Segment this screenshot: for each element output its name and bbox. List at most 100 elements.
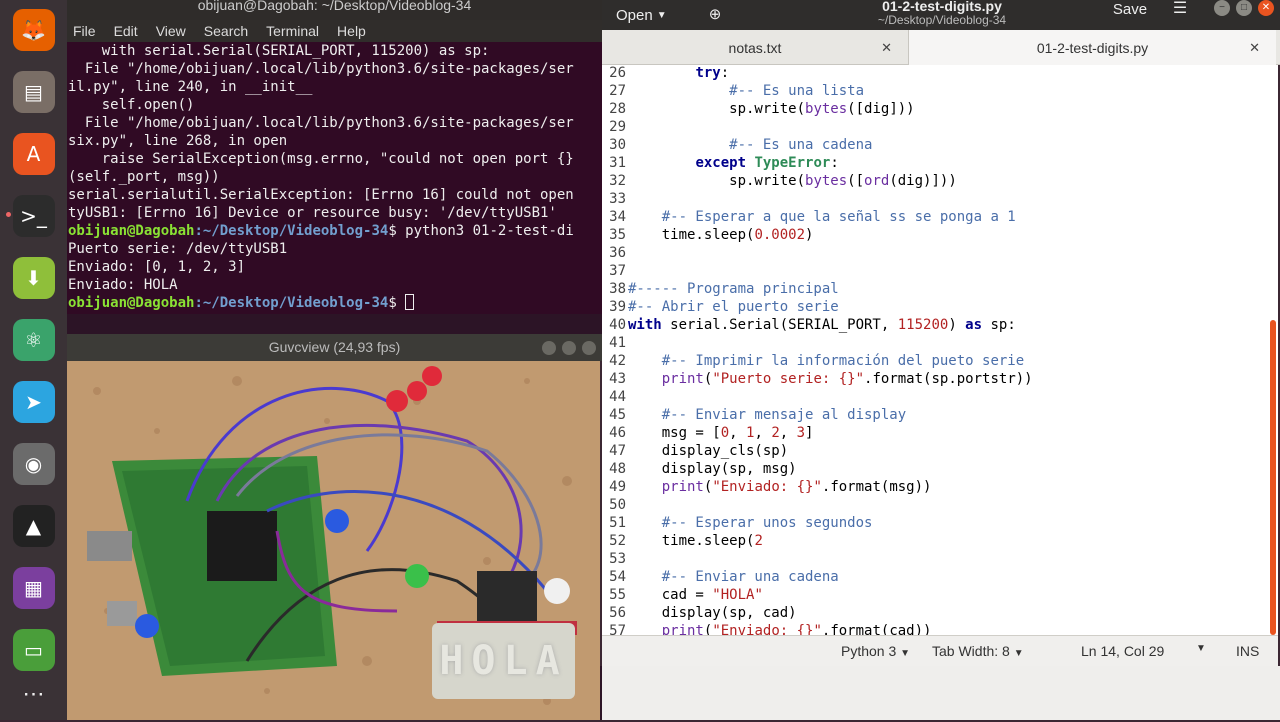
dock-item[interactable]: >_	[5, 188, 58, 244]
close-icon[interactable]	[582, 341, 596, 355]
terminal-cursor	[405, 294, 415, 310]
code-line[interactable]: 29	[602, 118, 626, 136]
line-number: 43	[609, 371, 626, 387]
terminal-menu-item[interactable]: Search	[204, 23, 248, 39]
line-number: 29	[609, 119, 626, 135]
line-number: 36	[609, 245, 626, 261]
show-apps-icon[interactable]: ⋯	[10, 666, 58, 722]
terminal-menu-item[interactable]: Terminal	[266, 23, 319, 39]
telegram-icon: ➤	[12, 381, 55, 423]
tab-test-digits[interactable]: 01-2-test-digits.py ✕	[909, 30, 1276, 65]
code-text: #-- Es una lista	[729, 83, 865, 99]
terminal-menu-item[interactable]: View	[156, 23, 186, 39]
new-document-icon[interactable]: ⊕	[698, 5, 732, 25]
terminal-line: Puerto serie: /dev/ttyUSB1	[68, 241, 288, 257]
code-line[interactable]: 56 display(sp, cad)	[602, 604, 796, 622]
open-button[interactable]: Open ▼	[616, 7, 678, 24]
code-line[interactable]: 49 print("Enviado: {}".format(msg))	[602, 478, 931, 496]
download-icon: ⬇	[12, 257, 55, 299]
video-editor-icon: ▦	[12, 567, 55, 609]
close-tab-icon[interactable]: ✕	[1249, 40, 1260, 56]
code-line[interactable]: 45 #-- Enviar mensaje al display	[602, 406, 906, 424]
cursor-position: Ln 14, Col 29	[1081, 643, 1165, 659]
code-line[interactable]: 30 #-- Es una cadena	[602, 136, 872, 154]
code-text: time.sleep(0.0002)	[628, 227, 814, 243]
code-text: #-- Abrir el puerto serie	[628, 299, 839, 315]
close-icon[interactable]: ✕	[1258, 0, 1274, 16]
line-number: 41	[609, 335, 626, 351]
terminal-line: with serial.Serial(SERIAL_PORT, 115200) …	[68, 43, 490, 59]
code-line[interactable]: 50	[602, 496, 626, 514]
terminal-line: six.py", line 268, in open	[68, 133, 288, 149]
dock-item[interactable]: ⬇	[10, 250, 58, 306]
terminal-menu-item[interactable]: Help	[337, 23, 366, 39]
code-line[interactable]: 38 #----- Programa principal	[602, 280, 839, 298]
line-number: 28	[609, 101, 626, 117]
code-line[interactable]: 57 print("Enviado: {}".format(cad))	[602, 622, 931, 635]
line-number: 30	[609, 137, 626, 153]
line-number: 27	[609, 83, 626, 99]
code-line[interactable]: 47 display_cls(sp)	[602, 442, 788, 460]
chevron-down-icon[interactable]: ▼	[1196, 643, 1206, 654]
dock-item[interactable]: ➤	[10, 374, 58, 430]
code-line[interactable]: 55 cad = "HOLA"	[602, 586, 763, 604]
minimize-icon[interactable]	[542, 341, 556, 355]
code-text: except TypeError:	[695, 155, 839, 171]
code-line[interactable]: 43 print("Puerto serie: {}".format(sp.po…	[602, 370, 1032, 388]
code-text: sp.write(bytes([dig]))	[628, 101, 915, 117]
code-text: #-- Enviar mensaje al display	[661, 407, 907, 423]
code-line[interactable]: 34 #-- Esperar a que la señal ss se pong…	[602, 208, 1016, 226]
desktop-background	[67, 314, 602, 334]
code-line[interactable]: 41	[602, 334, 626, 352]
tab-width-selector[interactable]: Tab Width: 8 ▼	[932, 643, 1024, 659]
dock-item[interactable]: A	[10, 126, 58, 182]
dock-item[interactable]: ⚛	[10, 312, 58, 368]
code-line[interactable]: 52 time.sleep(2	[602, 532, 763, 550]
dock-item[interactable]: 🦊	[10, 2, 58, 58]
code-line[interactable]: 27 #-- Es una lista	[602, 82, 864, 100]
minimize-icon[interactable]: −	[1214, 0, 1230, 16]
code-line[interactable]: 48 display(sp, msg)	[602, 460, 796, 478]
hamburger-menu-icon[interactable]: ☰	[1168, 0, 1192, 18]
line-number: 44	[609, 389, 626, 405]
terminal-line: obijuan@Dagobah:~/Desktop/Videoblog-34$	[68, 294, 602, 312]
code-line[interactable]: 33	[602, 190, 626, 208]
code-line[interactable]: 44	[602, 388, 626, 406]
editor-headerbar: Open ▼ ⊕ 01-2-test-digits.py ~/Desktop/Vi…	[602, 0, 1280, 30]
editor-title-block: 01-2-test-digits.py ~/Desktop/Videoblog-…	[802, 0, 1082, 27]
code-line[interactable]: 51 #-- Esperar unos segundos	[602, 514, 872, 532]
terminal-line: il.py", line 240, in __init__	[68, 79, 313, 95]
code-line[interactable]: 35 time.sleep(0.0002)	[602, 226, 813, 244]
code-line[interactable]: 54 #-- Enviar una cadena	[602, 568, 839, 586]
code-line[interactable]: 28 sp.write(bytes([dig]))	[602, 100, 914, 118]
tab-notas[interactable]: notas.txt ✕	[602, 30, 909, 65]
code-line[interactable]: 37	[602, 262, 626, 280]
close-tab-icon[interactable]: ✕	[881, 40, 892, 56]
code-editor[interactable]: 26 try: 27 #-- Es una lista 28 sp.write(by…	[602, 65, 1278, 635]
line-number: 39	[609, 299, 626, 315]
code-line[interactable]: 46 msg = [0, 1, 2, 3]	[602, 424, 813, 442]
terminal-output[interactable]: with serial.Serial(SERIAL_PORT, 115200) …	[67, 42, 602, 314]
code-line[interactable]: 42 #-- Imprimir la información del pueto…	[602, 352, 1024, 370]
maximize-icon[interactable]	[562, 341, 576, 355]
dock-item[interactable]: ▤	[10, 64, 58, 120]
language-selector[interactable]: Python 3 ▼	[841, 643, 910, 659]
dock-item[interactable]: ▦	[10, 560, 58, 616]
code-line[interactable]: 36	[602, 244, 626, 262]
code-line[interactable]: 32 sp.write(bytes([ord(dig)]))	[602, 172, 957, 190]
code-line[interactable]: 40 with serial.Serial(SERIAL_PORT, 115200…	[602, 316, 1016, 334]
terminal-menu-item[interactable]: Edit	[114, 23, 138, 39]
code-line[interactable]: 39 #-- Abrir el puerto serie	[602, 298, 839, 316]
dock-item[interactable]: ◉	[10, 436, 58, 492]
editor-tabbar: notas.txt ✕ 01-2-test-digits.py ✕	[602, 30, 1280, 65]
code-line[interactable]: 26 try:	[602, 65, 729, 82]
terminal-menu-item[interactable]: File	[73, 23, 96, 39]
code-line[interactable]: 31 except TypeError:	[602, 154, 839, 172]
maximize-icon[interactable]: □	[1236, 0, 1252, 16]
editor-scrollbar[interactable]	[1270, 320, 1276, 635]
terminal-line: raise SerialException(msg.errno, "could …	[68, 151, 574, 167]
chevron-down-icon: ▼	[1013, 648, 1024, 659]
code-line[interactable]: 53	[602, 550, 626, 568]
dock-item[interactable]: ▲	[10, 498, 58, 554]
save-button[interactable]: Save	[1106, 0, 1154, 30]
